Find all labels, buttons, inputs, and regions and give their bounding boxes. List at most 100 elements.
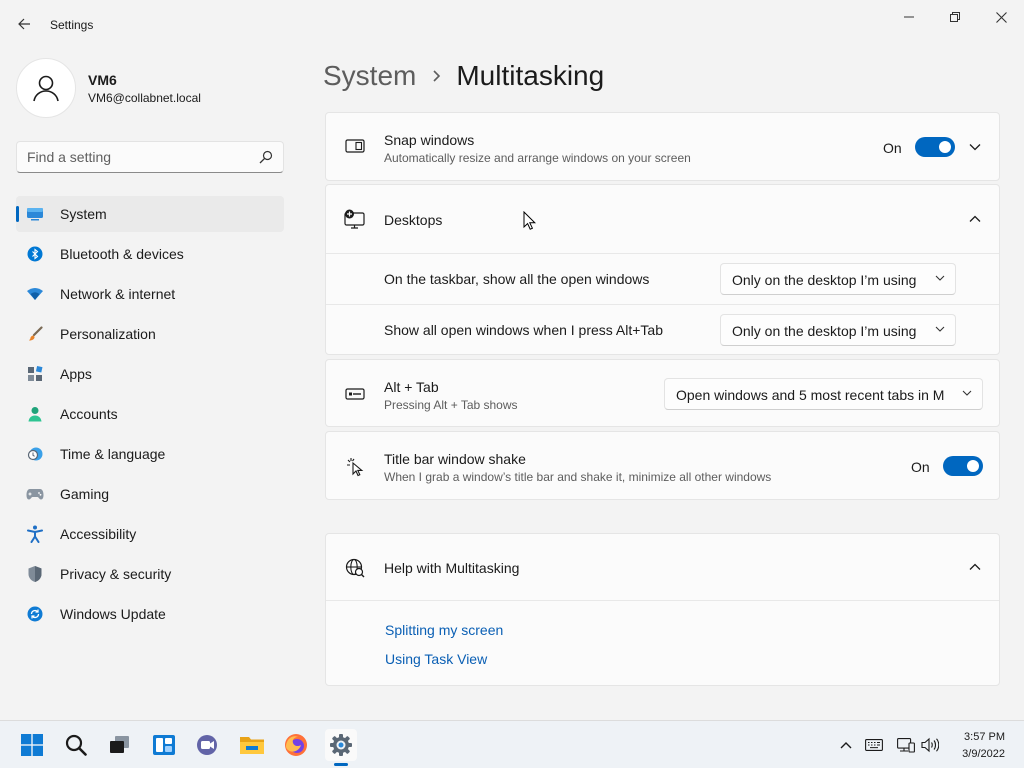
card-title: Title bar window shake xyxy=(384,451,526,467)
chevron-down-icon xyxy=(962,390,972,396)
search-input[interactable] xyxy=(27,149,247,165)
keyboard-tray-button[interactable] xyxy=(864,735,884,755)
sidebar-item-network[interactable]: Network & internet xyxy=(16,276,284,312)
search-box[interactable] xyxy=(16,141,284,173)
search-icon[interactable] xyxy=(259,150,273,164)
desktops-icon xyxy=(344,208,366,230)
help-header[interactable]: Help with Multitasking xyxy=(326,534,999,601)
file-explorer-icon xyxy=(240,737,264,754)
alt-tab-icon xyxy=(344,383,366,405)
sidebar-item-privacy[interactable]: Privacy & security xyxy=(16,556,284,592)
sidebar-item-bluetooth[interactable]: Bluetooth & devices xyxy=(16,236,284,272)
title-bar: Settings xyxy=(0,0,1024,48)
dropdown-value: Open windows and 5 most recent tabs in M xyxy=(676,387,945,403)
sidebar-item-time-language[interactable]: Time & language xyxy=(16,436,284,472)
mouse-cursor-icon xyxy=(523,211,537,230)
settings-icon xyxy=(330,734,352,756)
snap-windows-card[interactable]: Snap windows Automatically resize and ar… xyxy=(325,112,1000,181)
breadcrumb: System Multitasking xyxy=(323,58,604,94)
system-icon xyxy=(26,205,44,223)
task-view-button[interactable] xyxy=(104,729,136,761)
help-link-splitting-screen[interactable]: Splitting my screen xyxy=(385,622,503,638)
profile-name: VM6 xyxy=(88,72,117,88)
help-card: Help with Multitasking Splitting my scre… xyxy=(325,533,1000,686)
sidebar-item-personalization[interactable]: Personalization xyxy=(16,316,284,352)
widgets-icon xyxy=(153,735,175,755)
taskbar-windows-row: On the taskbar, show all the open window… xyxy=(326,253,999,303)
person-icon xyxy=(33,75,59,102)
update-icon xyxy=(26,605,44,623)
sidebar-nav: System Bluetooth & devices Network & int… xyxy=(16,196,284,636)
page-title: Multitasking xyxy=(456,60,605,91)
firefox-button[interactable] xyxy=(280,729,312,761)
clock-time[interactable]: 3:57 PM xyxy=(964,731,1005,743)
help-globe-icon xyxy=(344,557,366,579)
window-shake-card: Title bar window shake When I grab a win… xyxy=(325,431,1000,500)
alt-tab-card: Alt + Tab Pressing Alt + Tab shows Open … xyxy=(325,359,1000,427)
chevron-right-icon xyxy=(432,69,442,83)
volume-tray-button[interactable] xyxy=(920,735,940,755)
search-icon xyxy=(65,734,87,756)
sidebar-item-label: Privacy & security xyxy=(60,566,172,582)
widgets-button[interactable] xyxy=(148,729,180,761)
sidebar-item-label: Apps xyxy=(60,366,92,382)
shield-icon xyxy=(26,565,44,583)
avatar[interactable] xyxy=(16,58,76,118)
window-shake-toggle[interactable] xyxy=(943,456,983,476)
network-tray-button[interactable] xyxy=(896,735,916,755)
alt-tab-windows-dropdown[interactable]: Only on the desktop I’m using xyxy=(720,314,956,346)
bluetooth-icon xyxy=(26,245,44,263)
sidebar-item-accounts[interactable]: Accounts xyxy=(16,396,284,432)
desktops-header[interactable]: Desktops xyxy=(326,185,999,253)
alt-tab-windows-row: Show all open windows when I press Alt+T… xyxy=(326,304,999,354)
sidebar-item-gaming[interactable]: Gaming xyxy=(16,476,284,512)
toggle-state-label: On xyxy=(883,140,902,156)
alt-tab-dropdown[interactable]: Open windows and 5 most recent tabs in M xyxy=(664,378,983,410)
sidebar-item-label: Network & internet xyxy=(60,286,176,302)
back-button[interactable] xyxy=(10,10,38,38)
sidebar-item-system[interactable]: System xyxy=(16,196,284,232)
minimize-button[interactable] xyxy=(886,4,932,30)
maximize-button[interactable] xyxy=(932,4,978,30)
firefox-icon xyxy=(285,734,307,756)
card-subtitle: When I grab a window’s title bar and sha… xyxy=(384,470,772,484)
accounts-icon xyxy=(26,405,44,423)
accessibility-icon xyxy=(26,525,44,543)
close-button[interactable] xyxy=(978,4,1024,30)
clock-globe-icon xyxy=(26,445,44,463)
network-icon xyxy=(897,738,915,753)
sidebar-item-accessibility[interactable]: Accessibility xyxy=(16,516,284,552)
sidebar-item-label: Gaming xyxy=(60,486,110,502)
sidebar-item-label: System xyxy=(60,206,107,222)
chevron-down-icon[interactable] xyxy=(965,137,985,157)
chevron-up-icon[interactable] xyxy=(965,557,985,577)
dropdown-value: Only on the desktop I’m using xyxy=(732,272,917,288)
volume-icon xyxy=(921,737,939,753)
breadcrumb-parent[interactable]: System xyxy=(323,60,416,92)
setting-label: On the taskbar, show all the open window… xyxy=(384,271,650,287)
show-hidden-icons-button[interactable] xyxy=(836,735,856,755)
sidebar-item-label: Accessibility xyxy=(60,526,137,542)
close-icon xyxy=(995,11,1007,23)
settings-taskbar-button[interactable] xyxy=(325,729,357,761)
chat-button[interactable] xyxy=(192,729,224,761)
file-explorer-button[interactable] xyxy=(236,729,268,761)
restore-icon xyxy=(950,12,960,22)
dropdown-value: Only on the desktop I’m using xyxy=(732,323,917,339)
chevron-down-icon xyxy=(935,326,945,332)
start-button[interactable] xyxy=(16,729,48,761)
sidebar-item-windows-update[interactable]: Windows Update xyxy=(16,596,284,632)
chat-icon xyxy=(197,735,217,755)
toggle-state-label: On xyxy=(911,459,930,475)
profile-email: VM6@collabnet.local xyxy=(88,91,201,105)
sidebar-item-label: Time & language xyxy=(60,446,166,462)
clock-date[interactable]: 3/9/2022 xyxy=(962,748,1005,760)
taskbar-search-button[interactable] xyxy=(60,729,92,761)
sidebar-item-label: Accounts xyxy=(60,406,118,422)
taskbar-windows-dropdown[interactable]: Only on the desktop I’m using xyxy=(720,263,956,295)
apps-icon xyxy=(26,365,44,383)
chevron-up-icon[interactable] xyxy=(965,209,985,229)
help-link-task-view[interactable]: Using Task View xyxy=(385,651,487,667)
snap-windows-toggle[interactable] xyxy=(915,137,955,157)
sidebar-item-apps[interactable]: Apps xyxy=(16,356,284,392)
